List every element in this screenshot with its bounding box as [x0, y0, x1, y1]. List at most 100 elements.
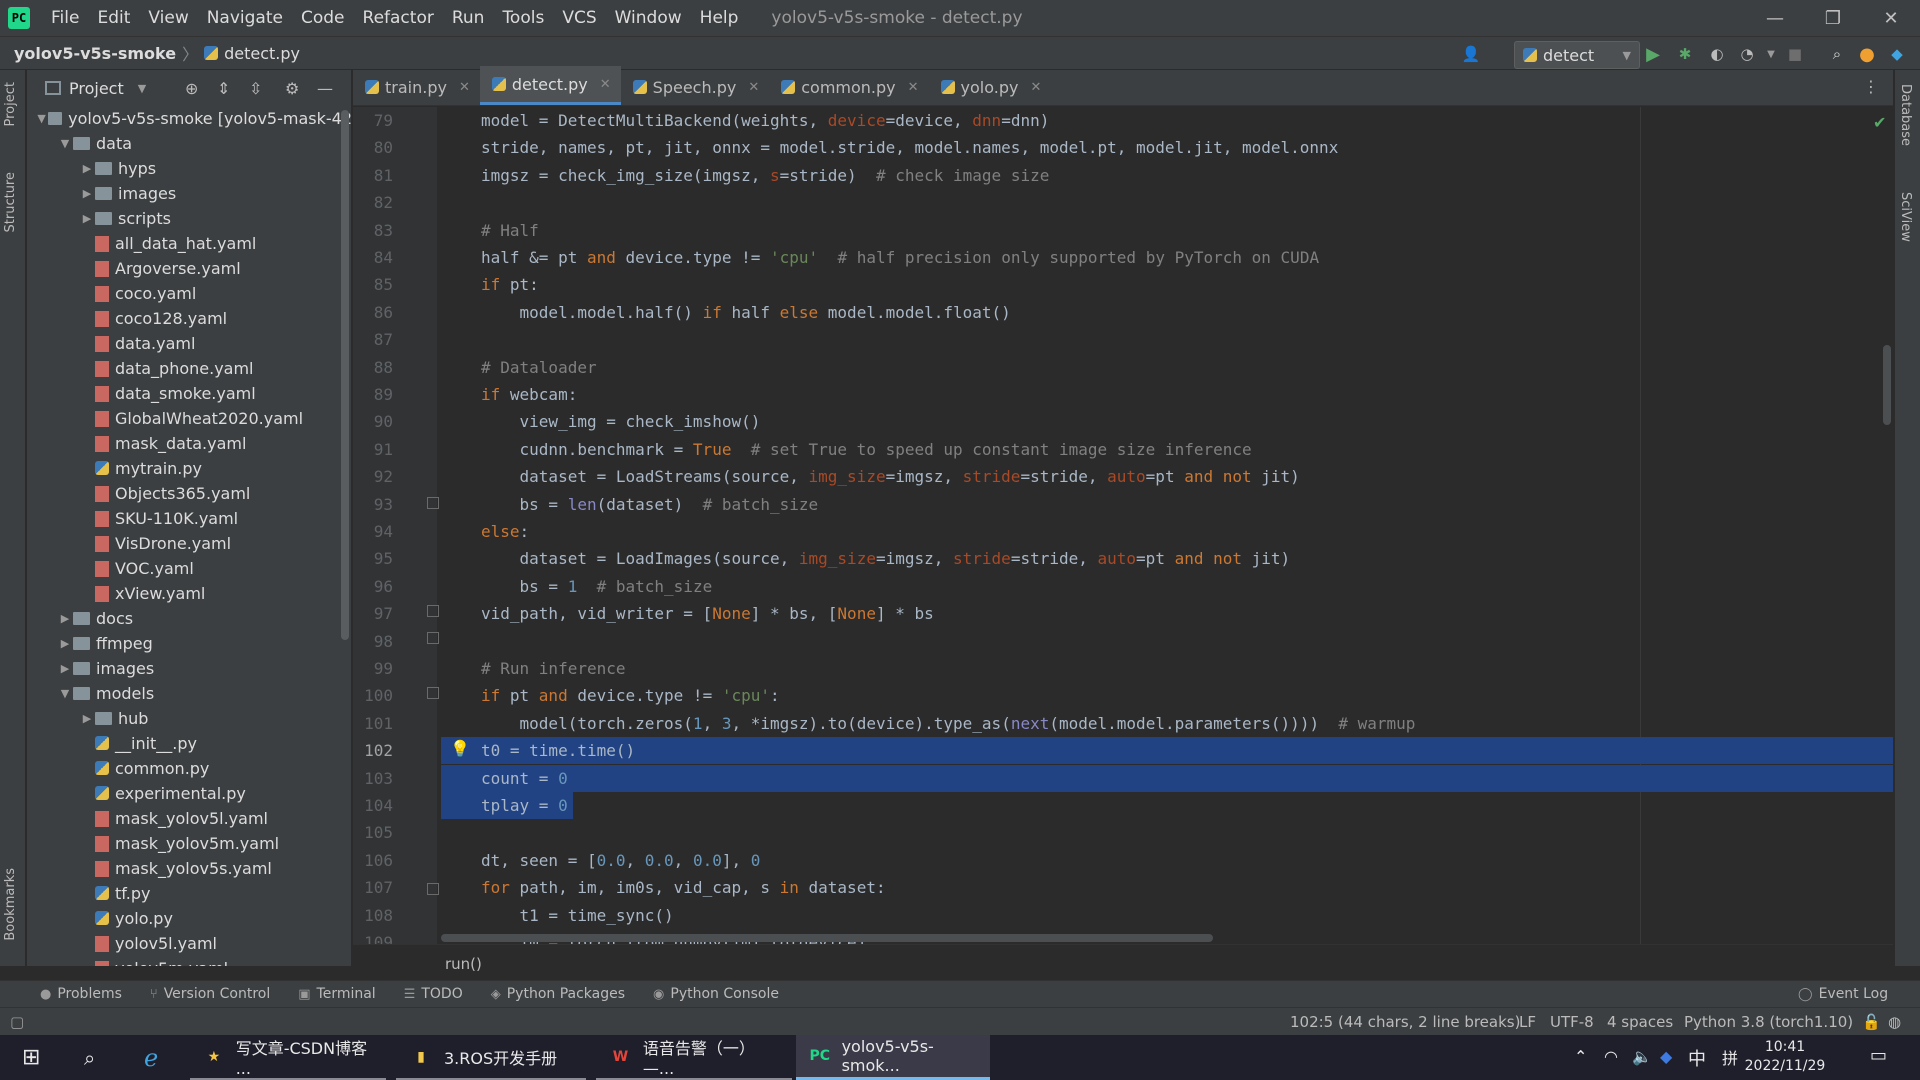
taskbar-app-button[interactable]: ★ 写文章-CSDN博客 ...	[190, 1035, 386, 1080]
lightbulb-icon[interactable]: 💡	[450, 739, 470, 759]
code-line[interactable]: 105	[353, 819, 1893, 846]
volume-icon[interactable]: 🔈	[1632, 1047, 1652, 1066]
close-tab-icon[interactable]: ✕	[1030, 80, 1041, 95]
fold-marker-icon[interactable]	[427, 883, 439, 895]
collapse-all-icon[interactable]: ⇳	[249, 79, 262, 98]
run-configuration-select[interactable]: detect ▼	[1514, 41, 1640, 69]
menu-view[interactable]: View	[139, 8, 197, 28]
locate-icon[interactable]: ⊕	[185, 79, 198, 98]
code-line[interactable]: 82	[353, 189, 1893, 216]
tree-item[interactable]: VOC.yaml	[27, 556, 351, 581]
taskbar-app-button[interactable]: W 语音告警（一）—...	[596, 1035, 792, 1080]
tree-item[interactable]: Objects365.yaml	[27, 481, 351, 506]
line-separator[interactable]: LF	[1519, 1013, 1536, 1031]
run-icon[interactable]: ▶	[1642, 43, 1664, 65]
chevron-down-icon[interactable]: ▼	[138, 82, 146, 95]
sciview-tool-tab[interactable]: SciView	[1898, 192, 1913, 242]
menu-vcs[interactable]: VCS	[553, 8, 605, 28]
menu-navigate[interactable]: Navigate	[198, 8, 292, 28]
tree-item[interactable]: VisDrone.yaml	[27, 531, 351, 556]
menu-window[interactable]: Window	[606, 8, 691, 28]
editor-tab[interactable]: Speech.py ✕	[621, 69, 770, 105]
expand-all-icon[interactable]: ⇕	[217, 79, 230, 98]
tree-item[interactable]: ▶ hyps	[27, 156, 351, 181]
chevron-right-icon[interactable]: ▶	[79, 162, 95, 175]
event-log-button[interactable]: ◯ Event Log	[1798, 986, 1888, 1002]
database-tool-tab[interactable]: Database	[1898, 84, 1913, 146]
code-line[interactable]: 86 model.model.half() if half else model…	[353, 299, 1893, 326]
code-line[interactable]: 92 dataset = LoadStreams(source, img_siz…	[353, 463, 1893, 490]
tree-item[interactable]: coco128.yaml	[27, 306, 351, 331]
security-icon[interactable]: ◆	[1660, 1047, 1672, 1066]
breadcrumb-file[interactable]: detect.py	[224, 44, 300, 63]
menu-edit[interactable]: Edit	[88, 8, 139, 28]
code-line[interactable]: 89 if webcam:	[353, 381, 1893, 408]
tree-item[interactable]: tf.py	[27, 881, 351, 906]
code-line[interactable]: 96 bs = 1 # batch_size	[353, 573, 1893, 600]
debug-icon[interactable]: ✱	[1674, 43, 1696, 65]
tree-item[interactable]: ▼ yolov5-v5s-smoke [yolov5-mask-42	[27, 106, 351, 131]
profile-icon[interactable]: ◔	[1736, 43, 1758, 65]
tree-item[interactable]: mytrain.py	[27, 456, 351, 481]
editor-tab[interactable]: train.py ✕	[353, 69, 480, 105]
tree-item[interactable]: xView.yaml	[27, 581, 351, 606]
code-line[interactable]: 102 t0 = time.time()	[353, 737, 1893, 765]
tree-item[interactable]: mask_data.yaml	[27, 431, 351, 456]
search-icon[interactable]: ⌕	[72, 1035, 112, 1080]
memory-indicator-icon[interactable]: ◍	[1888, 1013, 1901, 1031]
restore-button[interactable]: ❐	[1804, 0, 1862, 36]
tree-item[interactable]: common.py	[27, 756, 351, 781]
code-line[interactable]: 91 cudnn.benchmark = True # set True to …	[353, 436, 1893, 463]
code-line[interactable]: 98	[353, 628, 1893, 655]
tree-item[interactable]: data_smoke.yaml	[27, 381, 351, 406]
code-line[interactable]: 106 dt, seen = [0.0, 0.0, 0.0], 0	[353, 847, 1893, 874]
chevron-right-icon[interactable]: ▶	[79, 712, 95, 725]
menu-file[interactable]: File	[42, 8, 88, 28]
caret-position[interactable]: 102:5 (44 chars, 2 line breaks)	[1290, 1013, 1520, 1031]
pycharm-logo-icon[interactable]: PC	[8, 7, 30, 29]
close-tab-icon[interactable]: ✕	[748, 80, 759, 95]
fold-marker-icon[interactable]	[427, 605, 439, 617]
bookmarks-tool-tab[interactable]: Bookmarks	[3, 868, 18, 941]
code-line[interactable]: 107 for path, im, im0s, vid_cap, s in dat…	[353, 874, 1893, 901]
tree-item[interactable]: data_phone.yaml	[27, 356, 351, 381]
project-tree-scrollbar[interactable]	[341, 110, 349, 640]
tree-item[interactable]: ▼ models	[27, 681, 351, 706]
tool-window-problems[interactable]: ● Problems	[40, 986, 122, 1002]
tree-item[interactable]: mask_yolov5s.yaml	[27, 856, 351, 881]
tree-item[interactable]: ▶ images	[27, 181, 351, 206]
tree-item[interactable]: data.yaml	[27, 331, 351, 356]
gear-icon[interactable]: ⚙	[285, 79, 299, 98]
tree-item[interactable]: ▶ hub	[27, 706, 351, 731]
tree-item[interactable]: yolov5m.yaml	[27, 956, 351, 966]
ime-language[interactable]: 中	[1688, 1045, 1706, 1071]
windows-start-icon[interactable]: ⊞	[10, 1035, 50, 1080]
code-line[interactable]: 97 vid_path, vid_writer = [None] * bs, [N…	[353, 600, 1893, 627]
python-interpreter[interactable]: Python 3.8 (torch1.10)	[1684, 1013, 1853, 1031]
menu-run[interactable]: Run	[443, 8, 494, 28]
menu-help[interactable]: Help	[691, 8, 748, 28]
code-line[interactable]: 104 tplay = 0	[353, 792, 1893, 819]
ime-mode[interactable]: 拼	[1722, 1045, 1738, 1069]
close-window-button[interactable]: ✕	[1862, 0, 1920, 36]
code-line[interactable]: 85 if pt:	[353, 271, 1893, 298]
tray-chevron-icon[interactable]: ⌃	[1574, 1047, 1587, 1066]
tree-item[interactable]: ▼ data	[27, 131, 351, 156]
update-icon[interactable]: ●	[1856, 43, 1878, 65]
fold-marker-icon[interactable]	[427, 687, 439, 699]
minimize-button[interactable]: —	[1746, 0, 1804, 36]
tree-item[interactable]: Argoverse.yaml	[27, 256, 351, 281]
code-line[interactable]: 79 model = DetectMultiBackend(weights, de…	[353, 107, 1893, 134]
inspection-ok-icon[interactable]: ✔	[1873, 113, 1886, 132]
close-tab-icon[interactable]: ✕	[908, 80, 919, 95]
tree-item[interactable]: experimental.py	[27, 781, 351, 806]
code-line[interactable]: 87	[353, 326, 1893, 353]
project-panel-title[interactable]: Project	[69, 79, 124, 98]
tree-item[interactable]: all_data_hat.yaml	[27, 231, 351, 256]
coverage-icon[interactable]: ◐	[1706, 43, 1728, 65]
chevron-right-icon[interactable]: ▶	[79, 187, 95, 200]
code-line[interactable]: 95 dataset = LoadImages(source, img_size…	[353, 545, 1893, 572]
chevron-down-icon[interactable]: ▼	[57, 137, 73, 150]
chevron-down-icon[interactable]: ▼	[35, 112, 48, 125]
tool-window-python-console[interactable]: ◉ Python Console	[653, 986, 779, 1002]
